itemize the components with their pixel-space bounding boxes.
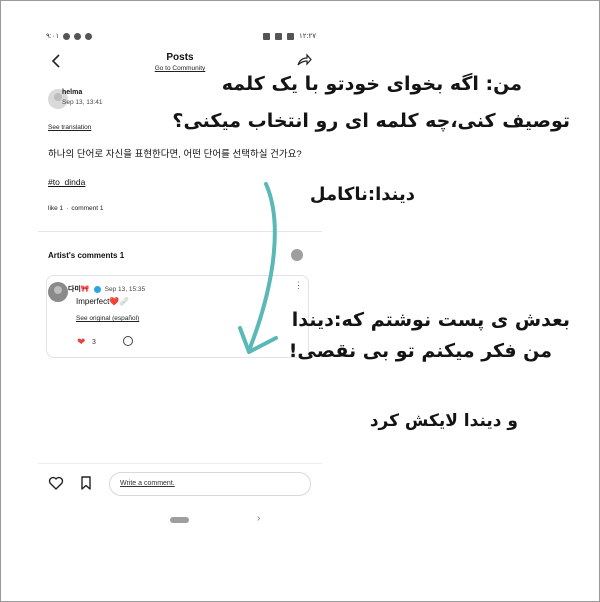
signal-icon bbox=[74, 32, 82, 40]
comment-date: Sep 13, 15:35 bbox=[104, 285, 146, 293]
go-to-community-link[interactable]: Go to Community bbox=[130, 65, 230, 72]
comment-likes: 3 bbox=[92, 339, 96, 346]
post-hashtag[interactable]: #to_dinda bbox=[48, 177, 85, 187]
overlay-line-5: من فکر میکنم تو بی نقصی! bbox=[288, 340, 552, 362]
reply-icon[interactable] bbox=[123, 336, 133, 346]
like-heart-icon[interactable] bbox=[48, 475, 64, 491]
stats-separator: · bbox=[66, 205, 69, 212]
comment-heart-icon[interactable]: ❤ bbox=[77, 337, 85, 348]
artist-comments-heading: Artist's comments 1 bbox=[48, 251, 125, 260]
wifi-icon bbox=[63, 32, 71, 40]
home-pill[interactable] bbox=[170, 517, 189, 523]
battery-icon bbox=[85, 32, 93, 40]
notification-icon bbox=[263, 32, 271, 40]
instagram-icon bbox=[275, 32, 283, 40]
status-right: ۱۲:۲۷ bbox=[263, 32, 316, 40]
status-left: ۹:۰۱ bbox=[46, 32, 93, 40]
status-time: ۹:۰۱ bbox=[46, 33, 60, 40]
post-stats: like 1 · comment 1 bbox=[48, 205, 104, 212]
like-count[interactable]: like 1 bbox=[48, 205, 63, 212]
bottom-divider bbox=[38, 463, 322, 464]
overlay-line-1: من: اگه بخوای خودتو با یک کلمه bbox=[221, 73, 522, 95]
overlay-line-6: و دیندا لایکش کرد bbox=[369, 411, 518, 431]
artist-avatar[interactable] bbox=[48, 282, 68, 302]
post-author[interactable]: helma bbox=[62, 89, 82, 96]
comment-author-row: 다미🎀 Sep 13, 15:35 bbox=[68, 284, 145, 294]
post-date: Sep 13, 13:41 bbox=[62, 99, 103, 106]
post-text: 하나의 단어로 자신을 표현한다면, 어떤 단어를 선택하실 건가요? bbox=[48, 149, 302, 160]
overlay-line-3: دیندا:ناکامل bbox=[309, 184, 415, 205]
verified-icon bbox=[93, 285, 101, 293]
bookmark-icon[interactable] bbox=[80, 476, 92, 490]
see-original-link[interactable]: See original (español) bbox=[76, 315, 139, 322]
overlay-line-4: بعدش ی پست نوشتم که:دیندا bbox=[291, 309, 570, 331]
status-clock: ۱۲:۲۷ bbox=[299, 33, 316, 40]
page-title: Posts bbox=[166, 52, 194, 63]
status-bar: ۹:۰۱ ۱۲:۲۷ bbox=[38, 28, 324, 44]
comment-text: Imperfect❤️🩹 bbox=[76, 297, 130, 306]
comment-author[interactable]: 다미🎀 bbox=[68, 284, 90, 294]
nav-chevron-icon[interactable]: › bbox=[257, 513, 260, 524]
overlay-line-2: توصیف کنی،چه کلمه ای رو انتخاب میکنی؟ bbox=[172, 110, 570, 132]
comment-input[interactable]: Write a comment. bbox=[109, 472, 311, 496]
back-arrow-icon[interactable] bbox=[48, 52, 64, 70]
see-translation-link[interactable]: See translation bbox=[48, 124, 91, 131]
share-icon[interactable] bbox=[296, 52, 312, 68]
comment-count[interactable]: comment 1 bbox=[71, 205, 103, 212]
hand-drawn-arrow bbox=[238, 182, 278, 354]
message-icon bbox=[287, 32, 295, 40]
